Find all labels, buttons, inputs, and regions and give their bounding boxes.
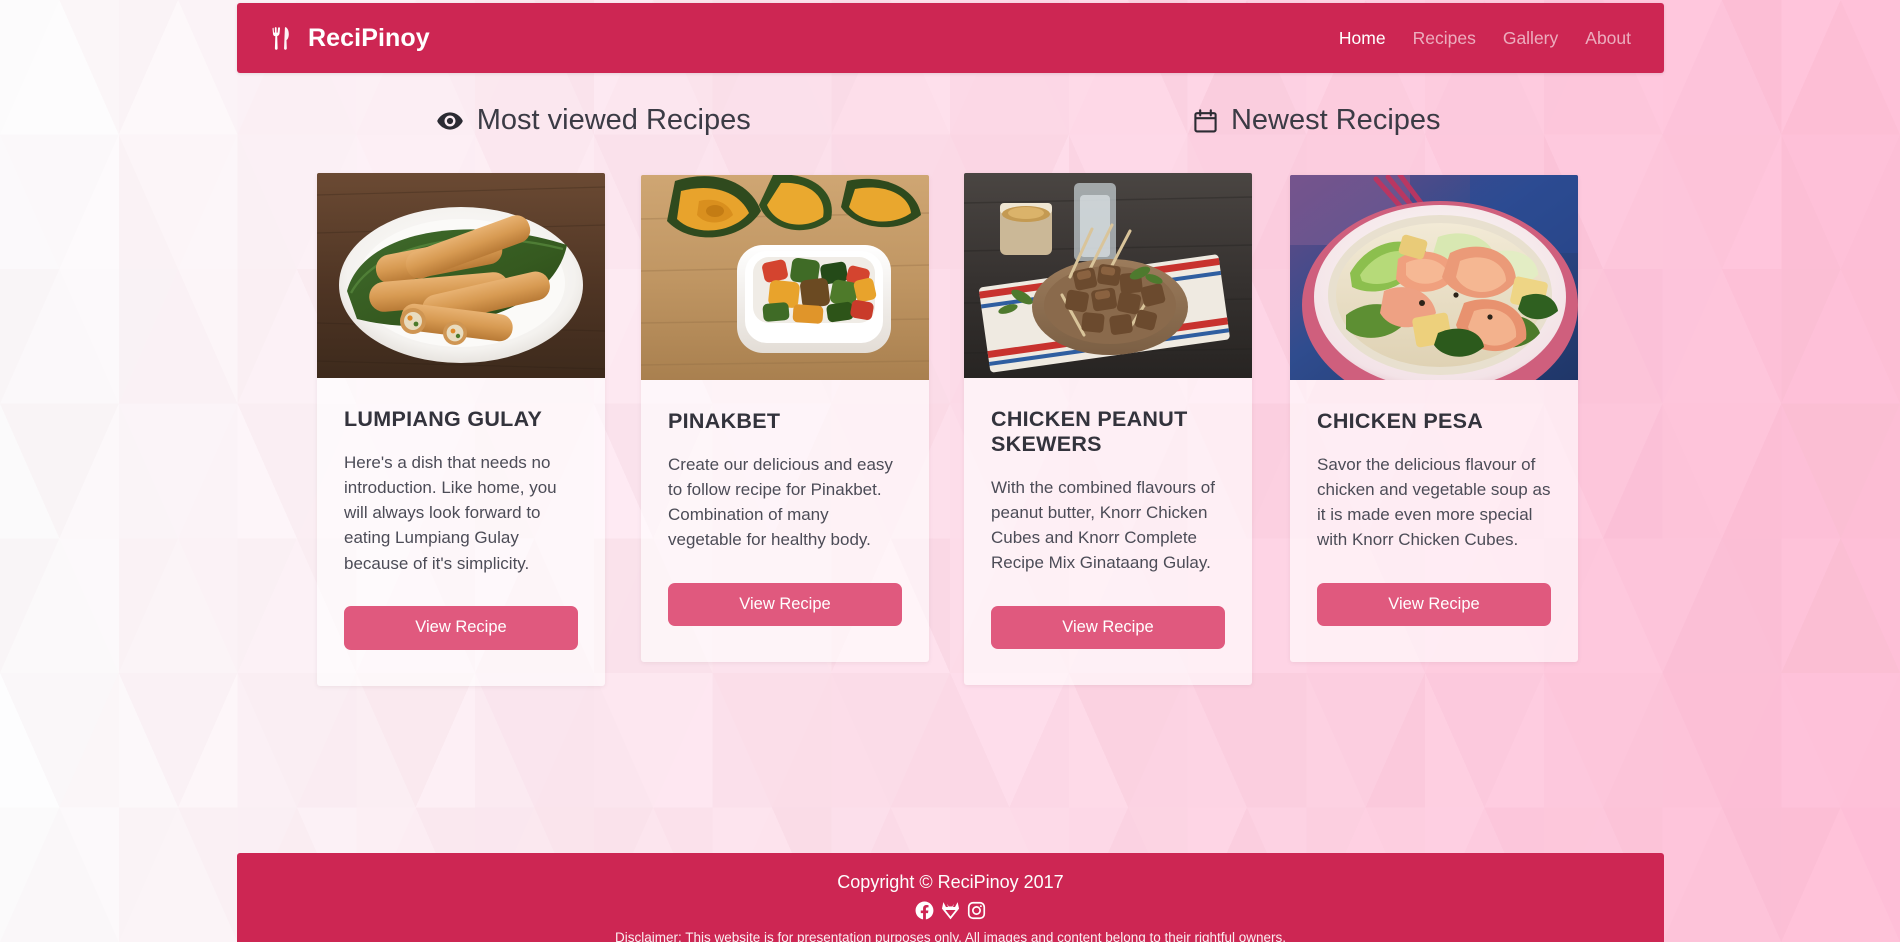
recipe-image-chicken-peanut-skewers [964,173,1252,378]
recipe-card[interactable]: CHICKEN PESA Savor the delicious flavour… [1290,175,1578,663]
view-recipe-button[interactable]: View Recipe [344,605,578,650]
nav-item-about[interactable]: About [1585,28,1631,49]
heading-most-viewed: Most viewed Recipes [237,104,951,137]
recipe-description: Here's a dish that needs no introduction… [344,452,557,573]
view-recipe-button[interactable]: View Recipe [1317,582,1551,627]
recipe-card-footer: View Recipe [317,576,605,686]
recipe-card-body: CHICKEN PESA Savor the delicious flavour… [1290,380,1578,553]
recipe-card-body: PINAKBET Create our delicious and easy t… [641,380,929,553]
nav-list: Home Recipes Gallery About [1339,28,1631,49]
recipe-image-chicken-pesa [1290,175,1578,380]
recipe-title: LUMPIANG GULAY [344,407,543,431]
site-header: ReciPinoy Home Recipes Gallery About [237,3,1664,73]
nav-link-gallery[interactable]: Gallery [1503,28,1558,48]
recipe-description: Savor the delicious flavour of chicken a… [1317,454,1551,550]
heading-newest-label: Newest Recipes [1230,104,1441,136]
main-navigation: Home Recipes Gallery About [1339,28,1631,49]
recipe-image-lumpiang-gulay [317,173,605,378]
instagram-icon[interactable] [967,901,986,920]
recipe-title: CHICKEN PESA [1317,409,1484,433]
recipe-card[interactable]: LUMPIANG GULAY Here's a dish that needs … [317,173,605,686]
heading-most-viewed-label: Most viewed Recipes [476,104,751,136]
footer-copyright: Copyright © ReciPinoy 2017 [837,872,1064,892]
page-root: ReciPinoy Home Recipes Gallery About Mos… [0,0,1900,942]
calendar-icon [1194,108,1217,133]
eye-icon [437,111,463,131]
nav-item-recipes[interactable]: Recipes [1413,28,1476,49]
recipe-card[interactable]: CHICKEN PEANUT SKEWERS With the combined… [964,173,1252,686]
recipe-description: With the combined flavours of peanut but… [991,477,1215,573]
nav-item-home[interactable]: Home [1339,28,1386,49]
nav-link-recipes[interactable]: Recipes [1413,28,1476,48]
heading-newest: Newest Recipes [951,104,1665,137]
nav-link-home[interactable]: Home [1339,28,1386,48]
recipe-card-footer: View Recipe [1290,553,1578,663]
facebook-icon[interactable] [915,901,934,920]
fork-knife-icon [270,26,297,51]
recipe-card-footer: View Recipe [964,576,1252,686]
brand-name: ReciPinoy [308,23,430,52]
site-footer: Copyright © ReciPinoy 2017 Disclaimer: T… [237,853,1664,942]
section-headings: Most viewed Recipes Newest Recipes [237,104,1664,137]
recipe-description: Create our delicious and easy to follow … [668,454,893,550]
nav-item-gallery[interactable]: Gallery [1503,28,1558,49]
view-recipe-button[interactable]: View Recipe [668,582,902,627]
footer-disclaimer: Disclaimer: This website is for presenta… [614,930,1287,942]
recipe-cards-row: LUMPIANG GULAY Here's a dish that needs … [237,173,1664,793]
nav-link-about[interactable]: About [1585,28,1631,48]
social-links [237,901,1664,920]
recipe-title: CHICKEN PEANUT SKEWERS [991,407,1188,456]
brand-logo[interactable]: ReciPinoy [270,24,430,53]
recipe-title: PINAKBET [668,409,781,433]
fox-icon[interactable] [941,901,960,920]
recipe-card-body: LUMPIANG GULAY Here's a dish that needs … [317,378,605,576]
recipe-image-pinakbet [641,175,929,380]
view-recipe-button[interactable]: View Recipe [991,605,1225,650]
recipe-card-footer: View Recipe [641,553,929,663]
recipe-card-body: CHICKEN PEANUT SKEWERS With the combined… [964,378,1252,576]
recipe-card[interactable]: PINAKBET Create our delicious and easy t… [641,175,929,663]
